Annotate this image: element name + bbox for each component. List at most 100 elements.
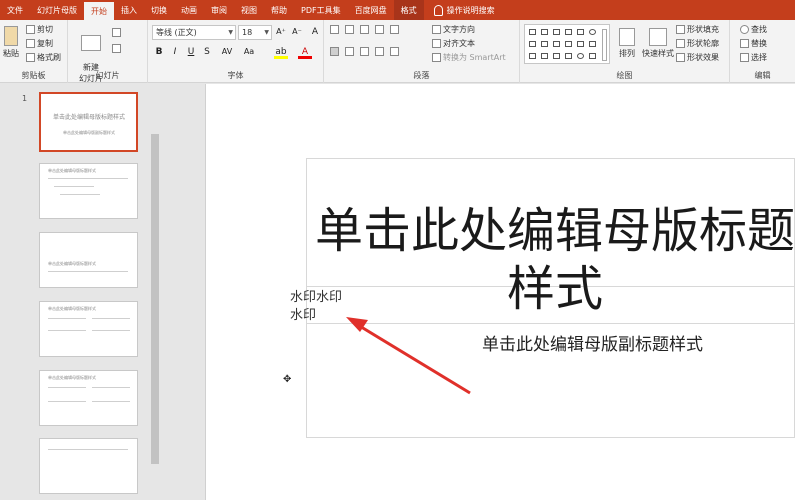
font-name-select[interactable]: 等线 (正文) ▼: [152, 25, 236, 40]
layout-button[interactable]: [112, 28, 121, 37]
underline-button[interactable]: U: [184, 45, 198, 59]
freeform-shape-icon[interactable]: [529, 53, 536, 59]
tab-transitions[interactable]: 切换: [144, 0, 174, 20]
flowchart-shape-icon[interactable]: [589, 53, 596, 59]
tell-me-search[interactable]: 操作说明搜索: [424, 0, 495, 20]
italic-button[interactable]: I: [168, 45, 182, 59]
block-arrow-shape-icon[interactable]: [541, 53, 548, 59]
thumbnail-master[interactable]: 单击此处编辑母版标题样式 单击此处编辑母版副标题样式: [39, 92, 138, 152]
thumbnail-layout[interactable]: 单击此处编辑母版标题样式: [39, 370, 138, 426]
shape-fill-label: 形状填充: [687, 25, 719, 34]
spacing-button[interactable]: AV: [220, 45, 234, 59]
thumbnail-line: [48, 318, 86, 319]
shrink-font-button[interactable]: A⁻: [290, 25, 304, 39]
format-painter-label: 格式刷: [37, 53, 61, 62]
align-left-icon[interactable]: [330, 47, 339, 56]
thumbnail-line: [48, 449, 128, 450]
callout-shape-icon[interactable]: [553, 53, 560, 59]
quick-styles-label: 快速样式: [642, 49, 674, 58]
textbox-shape-icon[interactable]: [529, 29, 536, 35]
numbering-icon[interactable]: [345, 25, 354, 34]
tab-slide-master[interactable]: 幻灯片母版: [30, 0, 84, 20]
move-cursor-icon: ✥: [283, 374, 292, 385]
align-center-icon[interactable]: [345, 47, 354, 56]
text-direction-button[interactable]: 文字方向: [432, 24, 475, 35]
thumbnail-line: [48, 271, 128, 272]
lightbulb-icon: [433, 4, 443, 16]
tab-view[interactable]: 视图: [234, 0, 264, 20]
thumbnail-line: [92, 387, 130, 388]
slide-title[interactable]: 单击此处编辑母版标题样式: [305, 202, 795, 318]
line-spacing-icon[interactable]: [390, 25, 399, 34]
select-button[interactable]: 选择: [740, 52, 767, 63]
arrange-button[interactable]: 排列: [614, 28, 640, 59]
clear-format-icon[interactable]: A: [308, 25, 322, 39]
find-button[interactable]: 查找: [740, 24, 767, 35]
thumbnail-layout[interactable]: 单击此处编辑母版标题样式: [39, 301, 138, 357]
slide-subtitle[interactable]: 单击此处编辑母版副标题样式: [482, 330, 703, 355]
elbow-connector-shape-icon[interactable]: [553, 41, 560, 47]
shape-effects-button[interactable]: 形状效果: [676, 52, 719, 63]
justify-icon[interactable]: [375, 47, 384, 56]
star-shape-icon[interactable]: [577, 41, 584, 47]
tab-file[interactable]: 文件: [0, 0, 30, 20]
change-case-button[interactable]: Aa: [242, 45, 256, 59]
tab-animations[interactable]: 动画: [174, 0, 204, 20]
tab-help[interactable]: 帮助: [264, 0, 294, 20]
cut-button[interactable]: 剪切: [26, 24, 53, 35]
bold-button[interactable]: B: [152, 45, 166, 59]
columns-icon[interactable]: [390, 47, 399, 56]
arrow-shape-icon[interactable]: [565, 29, 572, 35]
thumbnail-title: 单击此处编辑母版标题样式: [48, 261, 96, 266]
font-color-button[interactable]: A: [298, 45, 312, 59]
editing-group-label: 编辑: [754, 71, 771, 80]
tab-format[interactable]: 格式: [393, 0, 424, 20]
group-clipboard: 粘贴 剪切 复制 格式刷 剪贴板: [0, 20, 68, 83]
thumbnail-layout[interactable]: [39, 438, 138, 494]
thumbnail-layout[interactable]: 单击此处编辑母版标题样式: [39, 232, 138, 288]
align-text-button[interactable]: 对齐文本: [432, 38, 475, 49]
increase-indent-icon[interactable]: [375, 25, 384, 34]
triangle-shape-icon[interactable]: [529, 41, 536, 47]
thumbnail-layout[interactable]: 单击此处编辑母版标题样式: [39, 163, 138, 219]
chevron-down-icon: ▼: [228, 29, 233, 36]
tab-insert[interactable]: 插入: [114, 0, 144, 20]
watermark-text[interactable]: 水印水印水印: [290, 289, 352, 325]
shadow-button[interactable]: S: [200, 45, 214, 59]
line-shape-icon[interactable]: [553, 29, 560, 35]
smartart-button[interactable]: 转换为 SmartArt: [432, 52, 506, 63]
tab-baidu-netdisk[interactable]: 百度网盘: [348, 0, 394, 20]
replace-button[interactable]: 替换: [740, 38, 767, 49]
textbox-vertical-shape-icon[interactable]: [541, 29, 548, 35]
font-size-select[interactable]: 18 ▼: [238, 25, 272, 40]
copy-button[interactable]: 复制: [26, 38, 53, 49]
bullets-icon[interactable]: [330, 25, 339, 34]
thumbnail-line: [92, 318, 130, 319]
paint-bucket-icon: [676, 25, 685, 34]
grow-font-button[interactable]: A⁺: [274, 25, 288, 39]
decrease-indent-icon[interactable]: [360, 25, 369, 34]
brace-shape-icon[interactable]: [589, 41, 596, 47]
highlight-button[interactable]: ab: [274, 45, 288, 59]
tab-review[interactable]: 审阅: [204, 0, 234, 20]
gallery-scroll[interactable]: [602, 29, 607, 61]
quick-styles-button[interactable]: 快速样式: [640, 28, 676, 59]
drawing-group-label: 绘图: [616, 71, 633, 80]
tab-home[interactable]: 开始: [84, 2, 114, 20]
shapes-gallery[interactable]: [524, 24, 610, 64]
format-painter-button[interactable]: 格式刷: [26, 52, 61, 63]
group-font: 等线 (正文) ▼ 18 ▼ A⁺ A⁻ A B I U S AV Aa ab A …: [148, 20, 324, 83]
rectangle-shape-icon[interactable]: [577, 29, 584, 35]
smiley-shape-icon[interactable]: [577, 53, 584, 59]
align-right-icon[interactable]: [360, 47, 369, 56]
oval-shape-icon[interactable]: [589, 29, 596, 35]
bracket-shape-icon[interactable]: [565, 53, 572, 59]
reset-button[interactable]: [112, 44, 121, 53]
tab-pdf-tools[interactable]: PDF工具集: [294, 0, 348, 20]
shape-outline-button[interactable]: 形状轮廓: [676, 38, 719, 49]
paste-button[interactable]: 粘贴: [2, 26, 20, 59]
thumbnail-scrollbar[interactable]: [151, 134, 159, 464]
shape-fill-button[interactable]: 形状填充: [676, 24, 719, 35]
pentagon-shape-icon[interactable]: [541, 41, 548, 47]
curve-shape-icon[interactable]: [565, 41, 572, 47]
